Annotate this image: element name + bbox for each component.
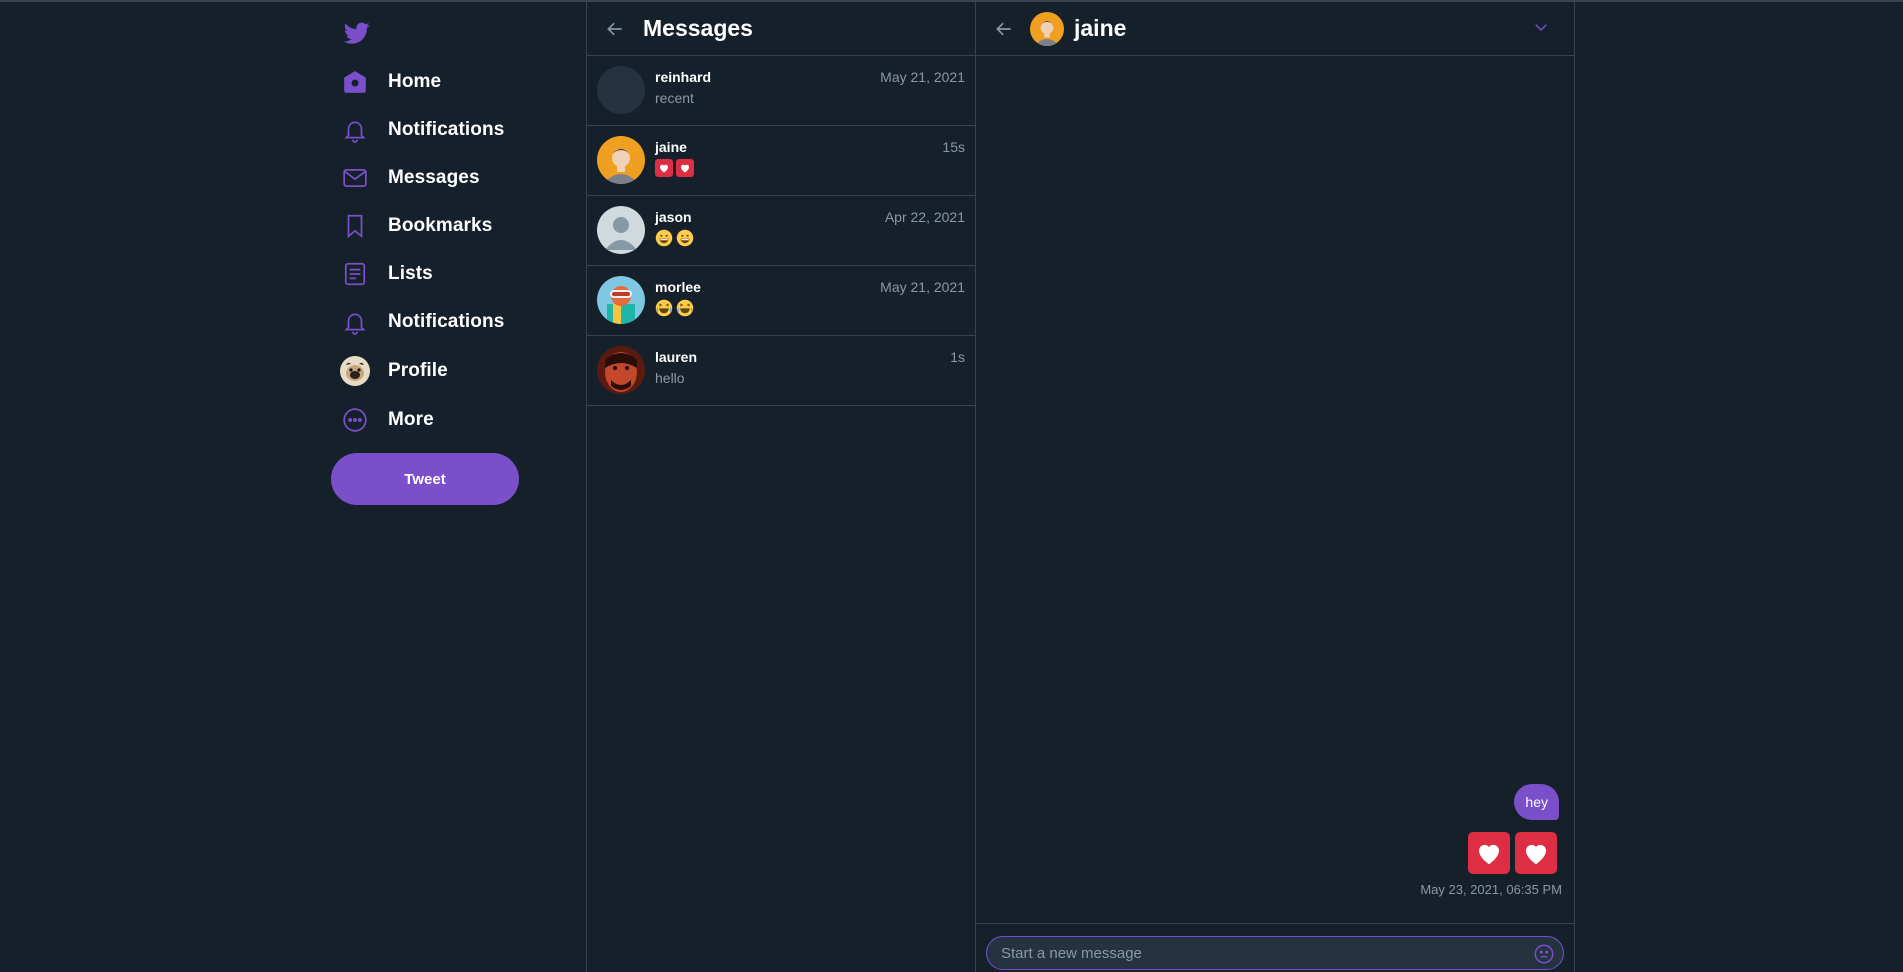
emoji-icon[interactable] <box>1533 943 1555 965</box>
sidebar-item-home[interactable]: Home <box>340 62 441 102</box>
list-icon <box>340 259 370 289</box>
laughing-emoji-icon <box>676 299 694 316</box>
conversation-time: Apr 22, 2021 <box>884 209 965 225</box>
sidebar-item-messages[interactable]: Messages <box>340 158 480 198</box>
heart-emoji-icon <box>655 158 673 177</box>
sidebar-item-notifications[interactable]: Notifications <box>340 110 504 150</box>
messages-panel: Messages reinhard recent May 21, 2021 ja… <box>586 2 976 972</box>
sidebar-item-label: Notifications <box>388 311 505 332</box>
conversation-preview: hello <box>655 369 685 386</box>
message-timestamp: May 23, 2021, 06:35 PM <box>1420 882 1562 897</box>
message-composer <box>976 923 1574 972</box>
sidebar-nav: Home Notifications Messages Bookmarks Li… <box>330 2 586 972</box>
sidebar-item-lists[interactable]: Lists <box>340 254 433 294</box>
sidebar-item-label: Profile <box>388 360 448 381</box>
conversation-time: 1s <box>950 349 965 365</box>
conversation-item[interactable]: jaine 15s <box>587 126 975 196</box>
more-icon <box>340 405 370 435</box>
bookmark-icon <box>340 211 370 241</box>
chat-panel: jaine hey May 23, 2021, 06:35 PM <box>976 2 1575 972</box>
avatar <box>597 206 645 254</box>
conversation-time: May 21, 2021 <box>880 69 965 85</box>
heart-emoji-icon <box>1515 832 1557 874</box>
conversation-name: lauren <box>655 349 698 365</box>
sidebar-item-label: Home <box>388 71 442 92</box>
conversation-time: May 21, 2021 <box>880 279 965 295</box>
avatar <box>597 66 645 114</box>
message-input[interactable] <box>1001 937 1521 969</box>
home-icon <box>340 67 370 97</box>
laughing-emoji-icon <box>655 299 673 316</box>
conversation-preview: recent <box>655 89 694 106</box>
sidebar-item-notifications-2[interactable]: Notifications <box>340 302 504 342</box>
conversation-preview <box>655 298 965 317</box>
sidebar-item-label: Notifications <box>388 119 505 140</box>
heart-emoji-icon <box>676 158 694 177</box>
grinning-emoji-icon <box>676 229 694 246</box>
sidebar-item-label: More <box>388 409 434 430</box>
conversation-preview <box>655 158 965 177</box>
heart-emoji-icon <box>1468 832 1510 874</box>
conversation-item[interactable]: morlee May 21, 2021 <box>587 266 975 336</box>
conversation-item[interactable]: reinhard recent May 21, 2021 <box>587 56 975 126</box>
conversation-preview <box>655 228 965 247</box>
bell-icon <box>340 307 370 337</box>
conversation-time: 15s <box>942 139 965 155</box>
grinning-emoji-icon <box>655 229 673 246</box>
chevron-down-icon[interactable] <box>1532 18 1550 41</box>
sidebar-item-label: Messages <box>388 167 480 188</box>
messages-header: Messages <box>587 2 975 56</box>
tweet-button[interactable]: Tweet <box>331 453 519 505</box>
avatar <box>340 356 370 386</box>
conversation-item[interactable]: jason Apr 22, 2021 <box>587 196 975 266</box>
chat-header: jaine <box>976 2 1574 56</box>
sidebar-item-more[interactable]: More <box>340 400 434 440</box>
message-bubble[interactable]: hey <box>1514 784 1559 820</box>
conversation-name: jaine <box>655 139 687 155</box>
message-emoji[interactable] <box>1468 832 1557 874</box>
avatar <box>597 346 645 394</box>
sidebar-item-label: Bookmarks <box>388 215 493 236</box>
sidebar-item-profile[interactable]: Profile <box>340 351 448 391</box>
avatar <box>597 136 645 184</box>
sidebar-item-bookmarks[interactable]: Bookmarks <box>340 206 492 246</box>
back-arrow-icon[interactable] <box>603 17 627 41</box>
bell-icon <box>340 115 370 145</box>
conversation-item[interactable]: lauren hello 1s <box>587 336 975 406</box>
avatar <box>597 276 645 324</box>
envelope-icon <box>340 163 370 193</box>
back-arrow-icon[interactable] <box>992 17 1016 41</box>
chat-title: jaine <box>1074 15 1127 41</box>
avatar[interactable] <box>1030 11 1064 46</box>
sidebar-item-label: Lists <box>388 263 433 284</box>
page-title: Messages <box>643 15 753 41</box>
twitter-bird-icon[interactable] <box>342 20 372 46</box>
message-field <box>986 936 1564 970</box>
